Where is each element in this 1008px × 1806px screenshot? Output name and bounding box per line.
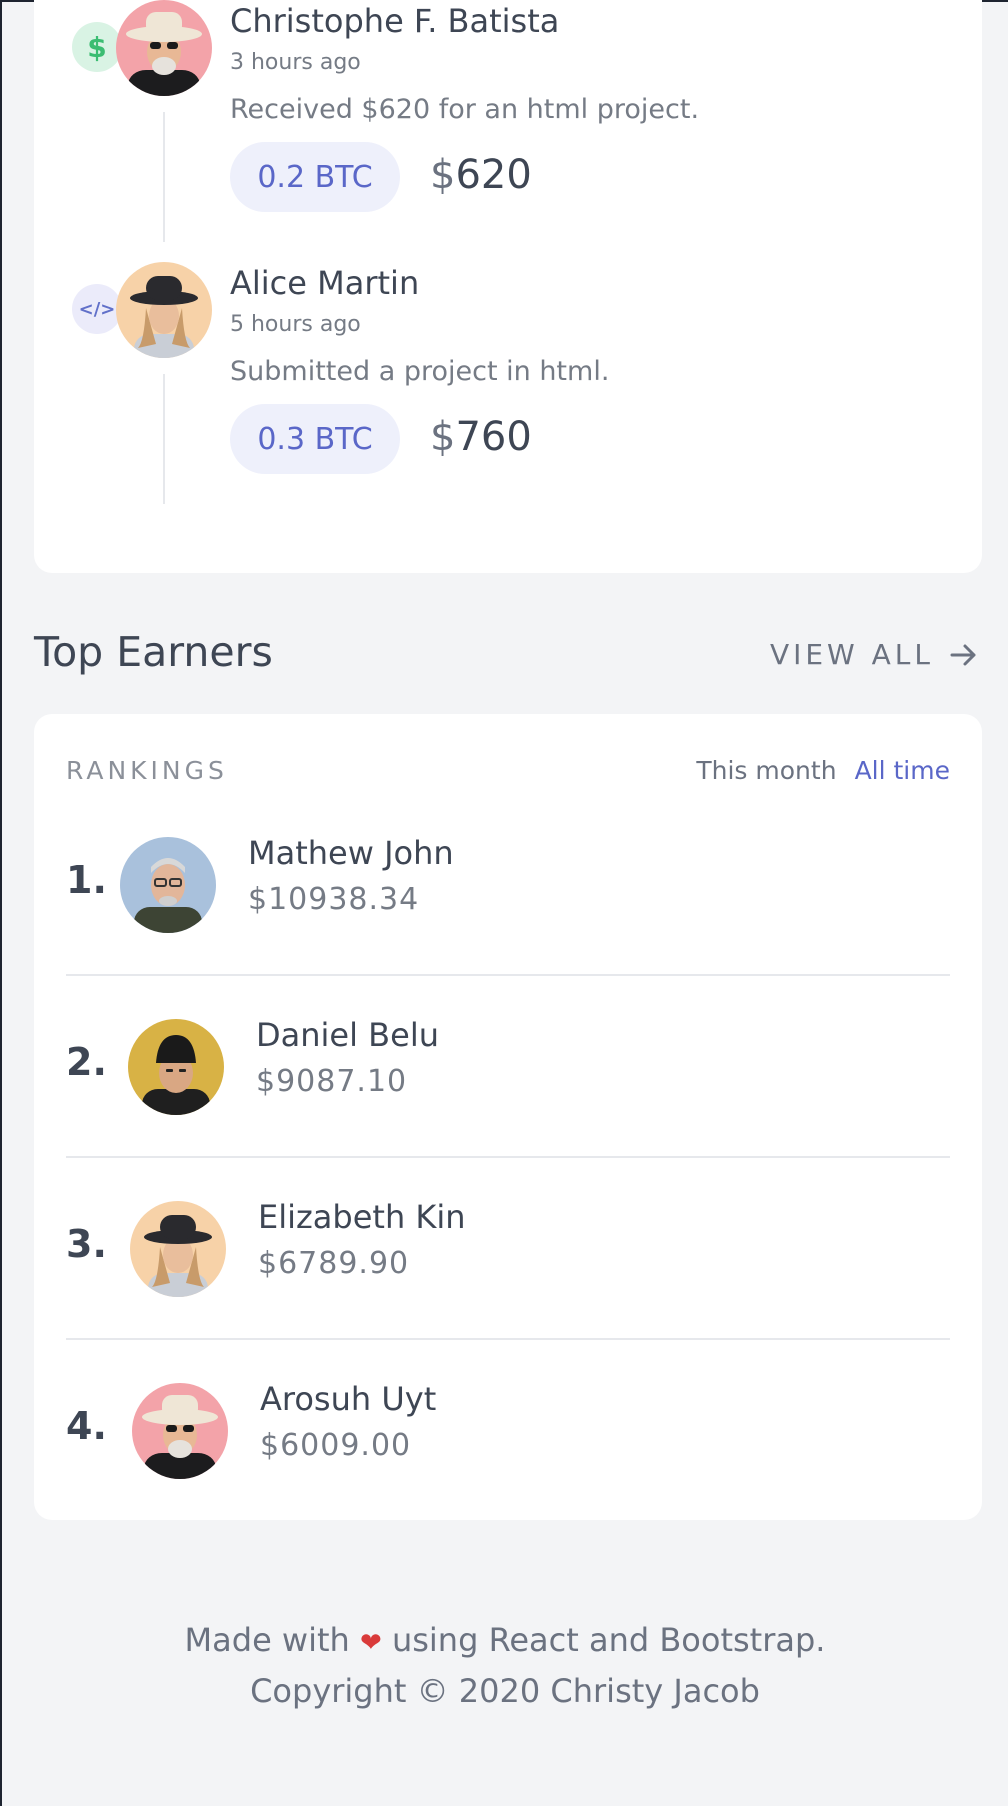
usd-amount: $620 <box>430 152 532 198</box>
currency-symbol: $ <box>430 152 456 198</box>
earner-name: Daniel Belu <box>256 1016 439 1054</box>
usd-amount: $760 <box>430 414 532 460</box>
footer-credit: Made with ❤ using React and Bootstrap. <box>2 1616 1008 1667</box>
person-name: Alice Martin <box>230 264 420 302</box>
footer-made-with: Made with <box>184 1621 350 1659</box>
ranking-row[interactable]: 1. Mathew John $10938.34 <box>66 794 950 976</box>
timeline-line <box>163 112 165 242</box>
avatar <box>120 837 216 933</box>
earner-amount: $6789.90 <box>258 1246 410 1281</box>
rank-number: 1. <box>66 858 107 902</box>
amount-value: 760 <box>455 414 532 460</box>
avatar <box>116 262 212 358</box>
btc-badge: 0.2 BTC <box>230 142 400 212</box>
ranking-filters: This month All time <box>696 756 950 785</box>
avatar <box>132 1383 228 1479</box>
ranking-row[interactable]: 2. Daniel Belu $9087.10 <box>66 976 950 1158</box>
dollar-icon: $ <box>72 22 122 72</box>
ranking-row[interactable]: 4. Arosuh Uyt $6009.00 <box>66 1340 950 1522</box>
rankings-label: RANKINGS <box>66 756 228 785</box>
heart-icon: ❤ <box>359 1628 382 1658</box>
person-name: Christophe F. Batista <box>230 2 560 40</box>
time-ago: 5 hours ago <box>230 312 361 337</box>
activity-card: $ Christophe F. Batista 3 hours ago Rece… <box>34 0 982 573</box>
avatar <box>130 1201 226 1297</box>
avatar <box>128 1019 224 1115</box>
page: $ Christophe F. Batista 3 hours ago Rece… <box>0 0 1008 1806</box>
earner-amount: $6009.00 <box>260 1428 412 1463</box>
view-all-link[interactable]: VIEW ALL <box>770 638 980 671</box>
time-ago: 3 hours ago <box>230 50 361 75</box>
section-title: Top Earners <box>34 628 273 676</box>
footer: Made with ❤ using React and Bootstrap. C… <box>2 1616 1008 1715</box>
ranking-row[interactable]: 3. Elizabeth Kin $6789.90 <box>66 1158 950 1340</box>
activity-description: Received $620 for an html project. <box>230 94 700 125</box>
rankings-card: RANKINGS This month All time 1. Mathew J… <box>34 714 982 1520</box>
avatar <box>116 0 212 96</box>
footer-using: using React and Bootstrap. <box>391 1621 826 1659</box>
earner-name: Elizabeth Kin <box>258 1198 466 1236</box>
code-icon: </> <box>72 284 122 334</box>
rank-number: 4. <box>66 1404 107 1448</box>
filter-all-time[interactable]: All time <box>855 756 950 785</box>
timeline-line <box>163 374 165 504</box>
earner-amount: $10938.34 <box>248 882 420 917</box>
amount-value: 620 <box>455 152 532 198</box>
btc-badge: 0.3 BTC <box>230 404 400 474</box>
footer-copyright: Copyright © 2020 Christy Jacob <box>250 1672 760 1710</box>
filter-this-month[interactable]: This month <box>696 756 836 785</box>
earner-name: Arosuh Uyt <box>260 1380 437 1418</box>
view-all-label: VIEW ALL <box>769 638 934 671</box>
earner-name: Mathew John <box>248 834 454 872</box>
arrow-right-icon <box>950 644 976 665</box>
rank-number: 3. <box>66 1222 107 1266</box>
activity-description: Submitted a project in html. <box>230 356 610 387</box>
rank-number: 2. <box>66 1040 107 1084</box>
earner-amount: $9087.10 <box>256 1064 408 1099</box>
currency-symbol: $ <box>430 414 456 460</box>
